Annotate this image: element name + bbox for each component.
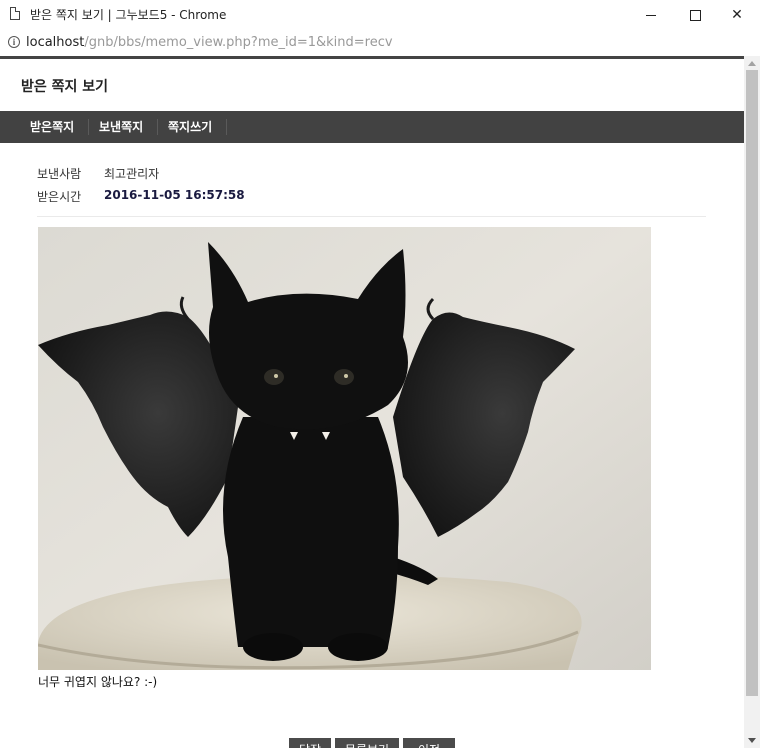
- scroll-thumb[interactable]: [746, 70, 758, 696]
- scroll-up-icon[interactable]: [748, 61, 756, 66]
- prev-button[interactable]: 이전: [403, 738, 455, 748]
- url-host: localhost: [26, 35, 85, 50]
- tab-write[interactable]: 쪽지쓰기: [168, 111, 212, 143]
- tab-sent[interactable]: 보낸쪽지: [99, 111, 143, 143]
- left-paw: [243, 633, 303, 661]
- right-paw: [328, 633, 388, 661]
- tab-divider: [226, 119, 227, 135]
- tab-divider: [88, 119, 89, 135]
- url-path: /gnb/bbs/memo_view.php?me_id=1&kind=recv: [84, 35, 393, 50]
- memo-image: [38, 227, 651, 670]
- left-eye: [264, 369, 284, 385]
- vertical-scrollbar[interactable]: [744, 56, 760, 748]
- sender-value[interactable]: 최고관리자: [104, 165, 159, 182]
- list-button[interactable]: 목록보기: [335, 738, 399, 748]
- divider: [37, 216, 706, 217]
- address-bar[interactable]: i localhost/gnb/bbs/memo_view.php?me_id=…: [0, 30, 760, 57]
- maximize-button[interactable]: [672, 0, 718, 30]
- memo-message: 너무 귀엽지 않나요? :-): [38, 675, 158, 689]
- maximize-icon: [689, 9, 701, 21]
- reply-button[interactable]: 답장: [289, 738, 331, 748]
- memo-tabs: 받은쪽지 보낸쪽지 쪽지쓰기: [0, 111, 744, 143]
- sender-label: 보낸사람: [37, 167, 82, 181]
- tab-divider: [157, 119, 158, 135]
- close-button[interactable]: ✕: [714, 0, 760, 30]
- window-titlebar: 받은 쪽지 보기 | 그누보드5 - Chrome ✕: [0, 0, 760, 31]
- url-text[interactable]: localhost/gnb/bbs/memo_view.php?me_id=1&…: [26, 35, 393, 50]
- received-time-value: 2016-11-05 16:57:58: [104, 188, 245, 202]
- received-time-label: 받은시간: [37, 190, 82, 204]
- minimize-icon: [646, 14, 656, 16]
- info-icon[interactable]: i: [8, 36, 20, 48]
- close-icon: ✕: [731, 7, 743, 23]
- memo-page: 받은 쪽지 보기 받은쪽지 보낸쪽지 쪽지쓰기 보낸사람 최고관리자 받은시간 …: [0, 56, 744, 748]
- page-icon: [10, 7, 20, 20]
- tab-received[interactable]: 받은쪽지: [30, 111, 74, 143]
- scroll-down-icon[interactable]: [748, 738, 756, 743]
- right-eye: [334, 369, 354, 385]
- minimize-button[interactable]: [628, 0, 674, 30]
- page-top-line: [0, 56, 744, 59]
- page-title: 받은 쪽지 보기: [21, 79, 109, 95]
- kitten-body: [223, 417, 399, 647]
- window-title: 받은 쪽지 보기 | 그누보드5 - Chrome: [30, 8, 227, 22]
